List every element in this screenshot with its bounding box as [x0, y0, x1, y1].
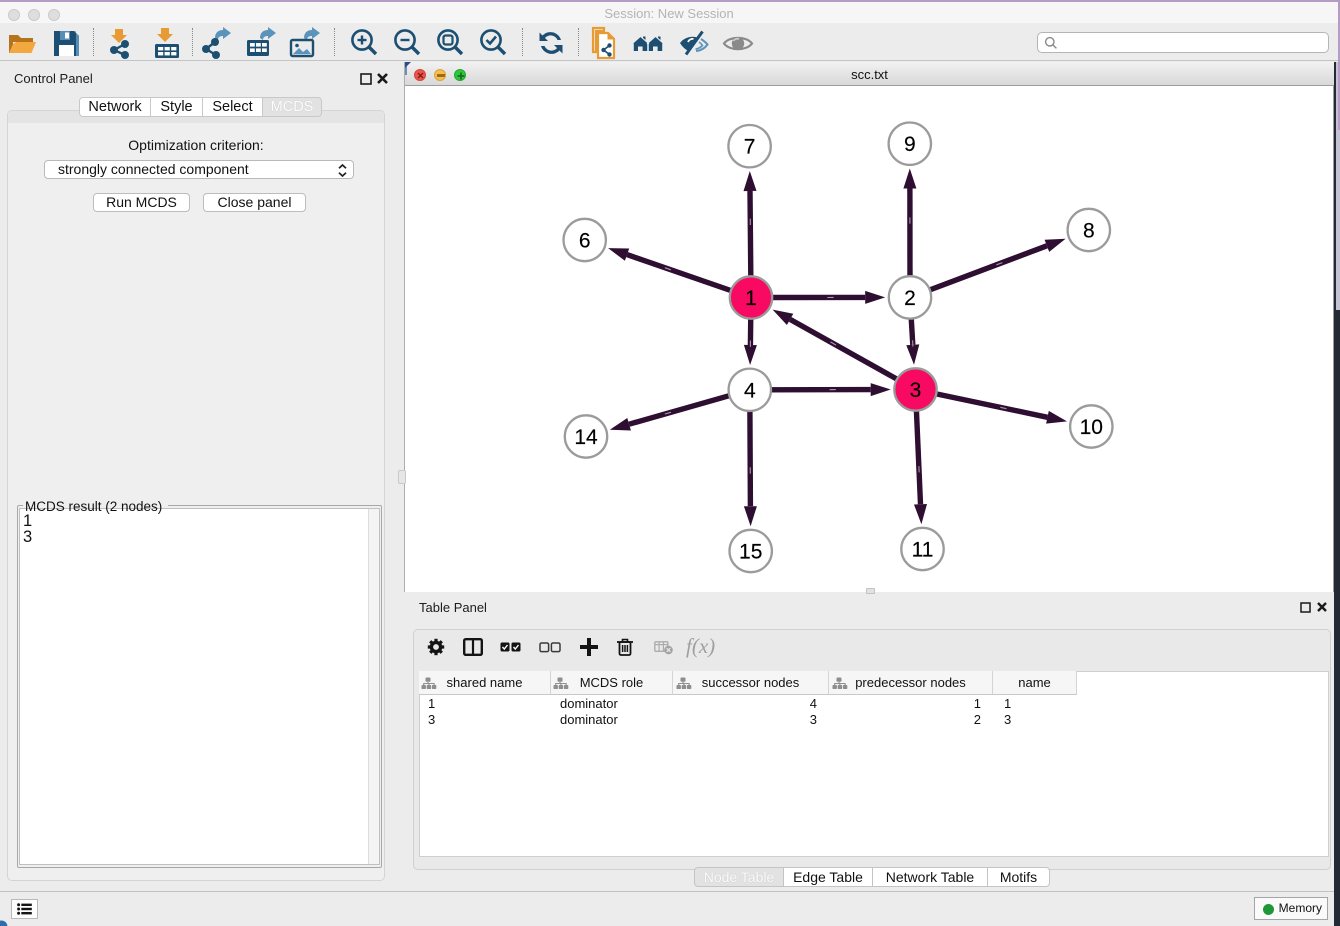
svg-text:4: 4 [744, 379, 756, 402]
svg-text:2: 2 [904, 287, 916, 310]
svg-text:6: 6 [579, 230, 591, 253]
svg-text:10: 10 [1080, 416, 1103, 439]
svg-text:15: 15 [739, 541, 762, 564]
svg-text:8: 8 [1083, 220, 1095, 243]
svg-text:3: 3 [910, 379, 922, 402]
svg-text:1: 1 [745, 287, 757, 310]
svg-text:11: 11 [912, 539, 934, 562]
svg-text:9: 9 [904, 133, 916, 156]
svg-text:7: 7 [744, 136, 756, 159]
svg-text:14: 14 [574, 426, 598, 449]
